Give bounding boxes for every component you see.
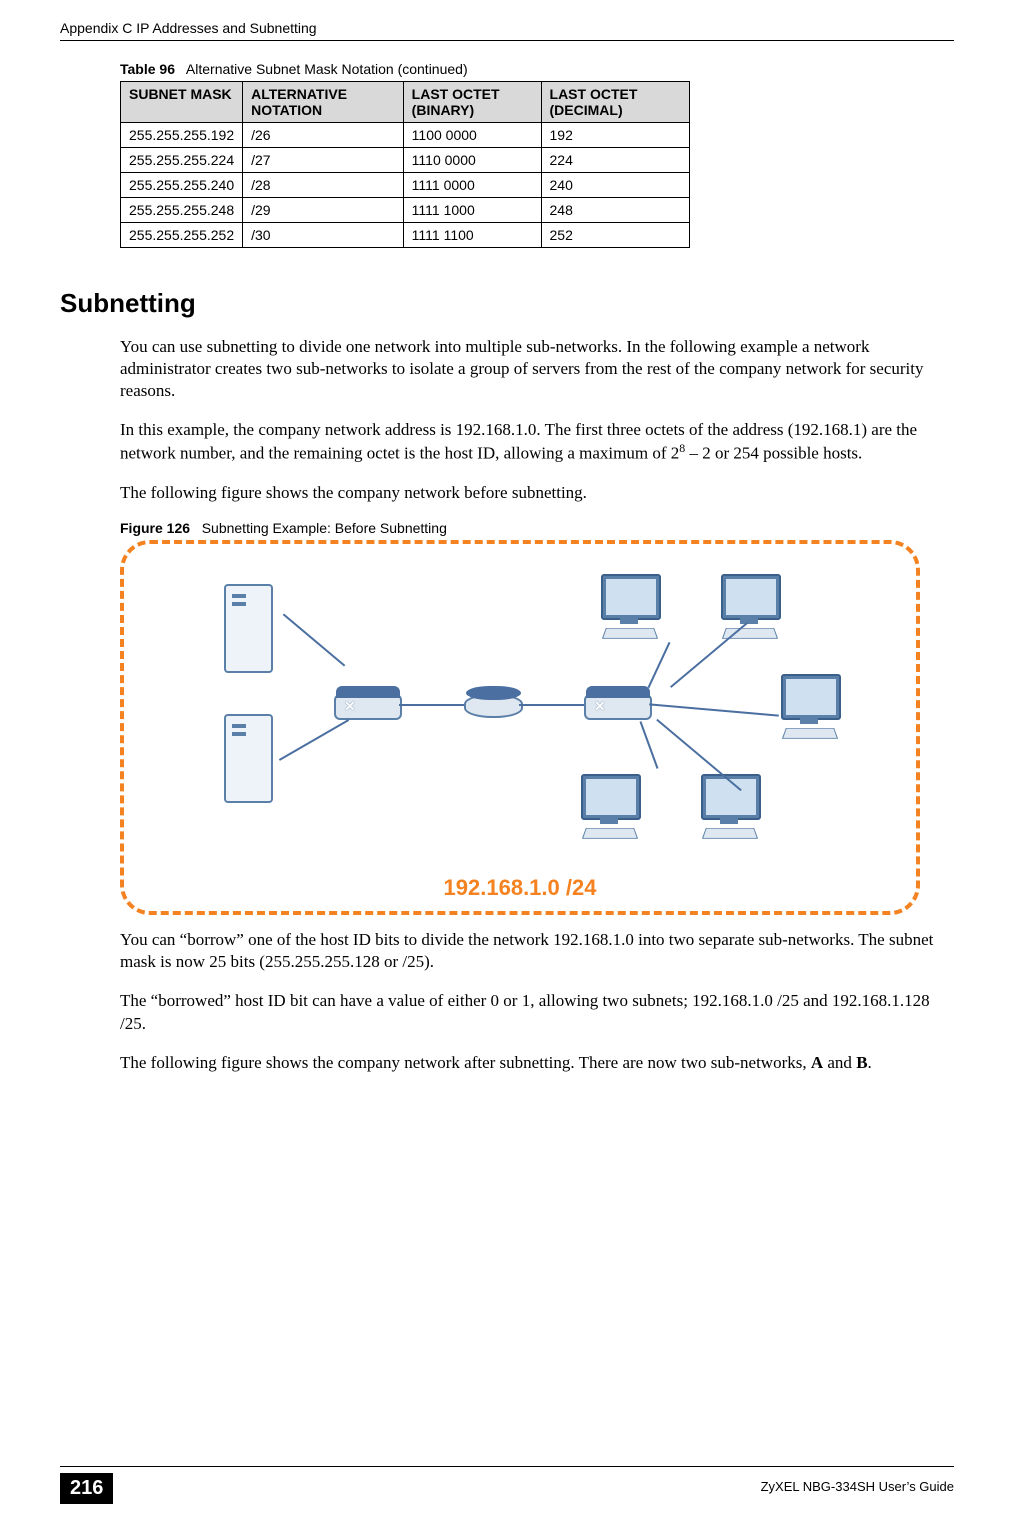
cell: /28 [243,173,404,198]
wire [283,614,346,667]
table-number: Table 96 [120,61,175,77]
table-row: 255.255.255.224 /27 1110 0000 224 [121,148,690,173]
switch-icon: ✕ [584,694,652,720]
pc-icon [694,774,764,844]
cell: /30 [243,223,404,248]
cell: 248 [541,198,689,223]
paragraph: You can “borrow” one of the host ID bits… [120,929,954,973]
table-row: 255.255.255.252 /30 1111 1100 252 [121,223,690,248]
cell: 255.255.255.252 [121,223,243,248]
table-header-row: SUBNET MASK ALTERNATIVE NOTATION LAST OC… [121,82,690,123]
network-diagram: ✕ ✕ 192.168.1.0 /24 [120,540,920,915]
wire [648,642,671,688]
table-caption: Table 96 Alternative Subnet Mask Notatio… [120,61,954,77]
guide-name: ZyXEL NBG-334SH User’s Guide [761,1479,954,1494]
th-alt-notation: ALTERNATIVE NOTATION [243,82,404,123]
cell: 252 [541,223,689,248]
pc-icon [594,574,664,644]
section-heading: Subnetting [60,288,954,319]
cell: 1111 1100 [403,223,541,248]
paragraph: The “borrowed” host ID bit can have a va… [120,990,954,1034]
bold-text: A [811,1053,823,1072]
paragraph: The following figure shows the company n… [120,1052,954,1074]
text: and [823,1053,856,1072]
wire [279,719,349,761]
th-last-binary: LAST OCTET (BINARY) [403,82,541,123]
text: The following figure shows the company n… [120,1053,811,1072]
wire [399,704,464,706]
subnet-table: SUBNET MASK ALTERNATIVE NOTATION LAST OC… [120,81,690,248]
paragraph: The following figure shows the company n… [120,482,954,504]
network-address-label: 192.168.1.0 /24 [444,875,597,901]
text: . [868,1053,872,1072]
pc-icon [714,574,784,644]
cell: /26 [243,123,404,148]
cell: 1110 0000 [403,148,541,173]
cell: /29 [243,198,404,223]
figure-caption: Figure 126 Subnetting Example: Before Su… [120,520,954,536]
paragraph: In this example, the company network add… [120,419,954,465]
table-row: 255.255.255.192 /26 1100 0000 192 [121,123,690,148]
cell: 255.255.255.240 [121,173,243,198]
th-subnet-mask: SUBNET MASK [121,82,243,123]
wire [519,704,584,706]
server-icon [214,584,284,684]
wire [640,721,659,769]
cell: 1100 0000 [403,123,541,148]
cell: 224 [541,148,689,173]
server-icon [214,714,284,814]
table-row: 255.255.255.248 /29 1111 1000 248 [121,198,690,223]
cell: 240 [541,173,689,198]
figure-number: Figure 126 [120,520,190,536]
switch-icon: ✕ [334,694,402,720]
figure-title: Subnetting Example: Before Subnetting [202,520,447,536]
text: – 2 or 254 possible hosts. [685,444,862,463]
cell: 192 [541,123,689,148]
cell: 1111 0000 [403,173,541,198]
page-number: 216 [60,1473,113,1504]
wire [649,704,779,717]
cell: 255.255.255.192 [121,123,243,148]
cell: 255.255.255.248 [121,198,243,223]
wire [670,622,748,688]
page-footer: 216 ZyXEL NBG-334SH User’s Guide [60,1466,954,1504]
th-last-decimal: LAST OCTET (DECIMAL) [541,82,689,123]
cell: /27 [243,148,404,173]
cell: 255.255.255.224 [121,148,243,173]
table-title: Alternative Subnet Mask Notation (contin… [186,61,468,77]
paragraph: You can use subnetting to divide one net… [120,336,954,402]
cell: 1111 1000 [403,198,541,223]
router-icon [464,694,523,718]
page-header: Appendix C IP Addresses and Subnetting [60,20,954,41]
pc-icon [774,674,844,744]
bold-text: B [856,1053,867,1072]
table-row: 255.255.255.240 /28 1111 0000 240 [121,173,690,198]
pc-icon [574,774,644,844]
